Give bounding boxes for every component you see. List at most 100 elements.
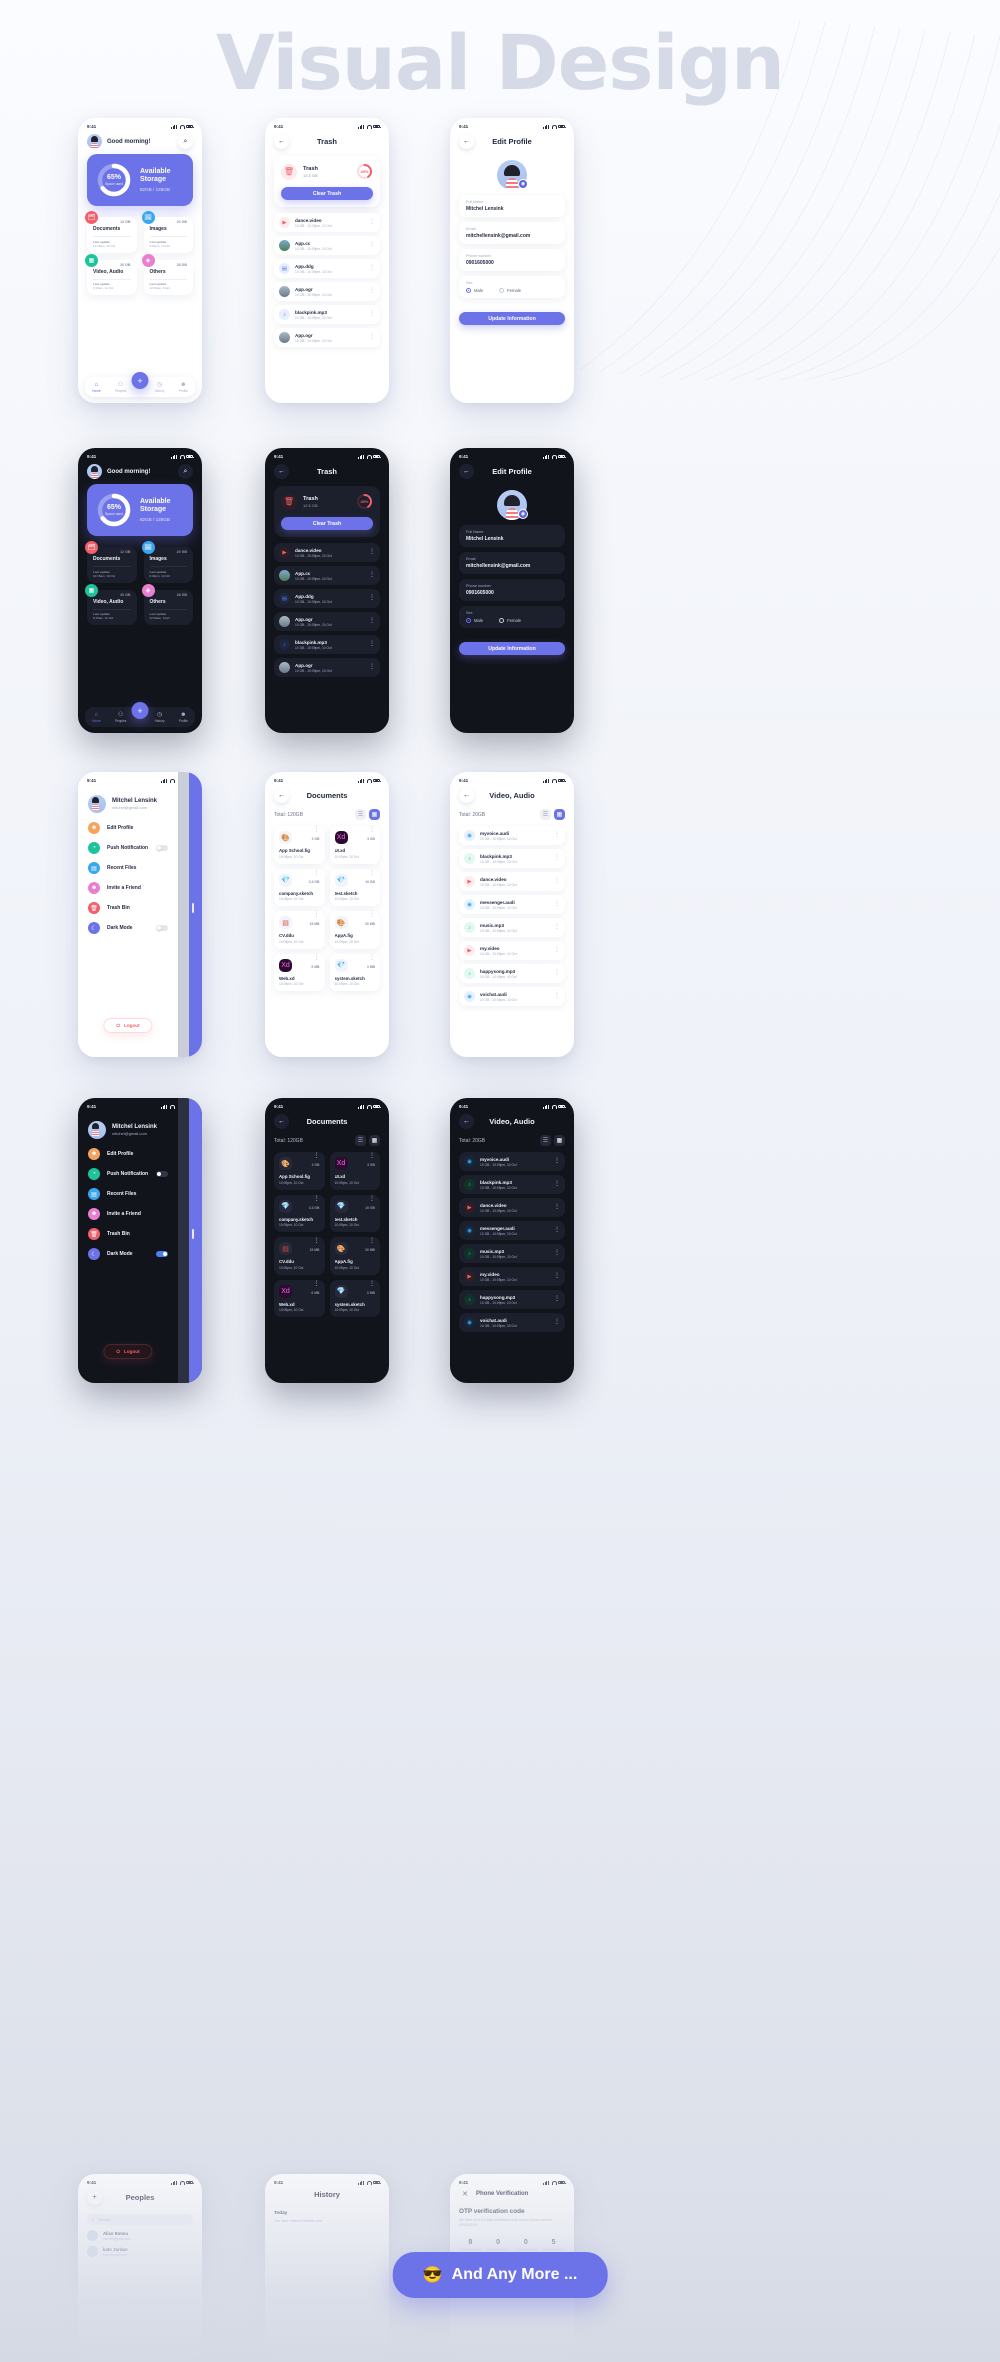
file-row[interactable]: App.ogr 10 GB - 10:09pm, 10 Oct ⋮ [274,658,380,677]
push-notification-toggle[interactable] [156,844,168,852]
drawer-item-recent-files[interactable]: ▤ Recent Files [88,1188,168,1200]
more-options-icon[interactable]: ⋮ [554,947,560,952]
nav-item-history[interactable]: ◷ History [155,382,165,393]
drawer-item-invite-friend[interactable]: ☻ Invite a Friend [88,1208,168,1220]
more-options-icon[interactable]: ⋮ [554,832,560,837]
file-row[interactable]: ♪ happysong.mp3 10 GB - 10:09pm, 10 Oct ⋮ [459,1290,565,1309]
field-full-name[interactable]: Full Name Mitchel Lensink [459,195,565,217]
logout-button[interactable]: ⏻ Logout [103,1344,153,1359]
more-options-icon[interactable]: ⋮ [554,1158,560,1163]
file-row[interactable]: ♪ music.mp3 10 GB - 10:09pm, 10 Oct ⋮ [459,1244,565,1263]
nav-item-history[interactable]: ◷ History [155,712,165,723]
more-options-icon[interactable]: ⋮ [554,1273,560,1278]
document-card[interactable]: ⋮ ▤ 15 MB CV.ddu 10:09pm, 10 Oct [274,1237,325,1275]
more-options-icon[interactable]: ⋮ [314,1281,320,1286]
document-card[interactable]: ⋮ Xd 3 GB UI.xd 10:09pm, 10 Oct [329,1152,380,1190]
nav-item-peoples[interactable]: ⚇ Peoples [115,712,127,723]
more-options-icon[interactable]: ⋮ [554,878,560,883]
file-row[interactable]: ◉ messenger.audi 10 GB - 10:09pm, 10 Oct ⋮ [459,1221,565,1240]
category-card[interactable]: 🖼 20 GB Images Last update 6:30pm, 13 Oct [141,541,193,583]
file-row[interactable]: ♪ blackpink.mp3 10 GB - 10:09pm, 10 Oct ⋮ [274,305,380,324]
grid-view-icon[interactable]: ▦ [554,1135,565,1146]
document-card[interactable]: ⋮ 💎 10 GB test.sketch 10:09pm, 10 Oct [329,1194,380,1232]
document-card[interactable]: ⋮ 🎨 20 MB AppA.fig 10:09pm, 10 Oct [329,1237,380,1275]
document-card[interactable]: ⋮ Xd 3 GB UI.xd 10:09pm, 10 Oct [329,826,380,864]
back-arrow-icon[interactable]: ← [274,134,289,149]
radio-male[interactable]: Male [466,618,483,623]
file-row[interactable]: ▤ App.ddg 10 GB - 10:09pm, 10 Oct ⋮ [274,259,380,278]
drawer-item-trash-bin[interactable]: 🗑 Trash Bin [88,1228,168,1240]
back-arrow-icon[interactable]: ← [459,134,474,149]
search-icon[interactable]: ⌕ [178,134,193,149]
clear-trash-button[interactable]: Clear Trash [281,187,373,200]
more-options-icon[interactable]: ⋮ [369,641,375,646]
update-information-button[interactable]: Update Information [459,642,565,655]
push-notification-toggle[interactable] [156,1170,168,1178]
file-row[interactable]: App.cc 10 GB - 10:09pm, 10 Oct ⋮ [274,236,380,255]
add-button[interactable]: + [131,702,149,719]
field-phone[interactable]: Phone number 0901605000 [459,579,565,601]
avatar[interactable] [87,134,102,149]
more-options-icon[interactable]: ⋮ [314,912,320,917]
field-full-name[interactable]: Full Name Mitchel Lensink [459,525,565,547]
add-button[interactable]: + [131,372,149,389]
more-options-icon[interactable]: ⋮ [369,572,375,577]
more-options-icon[interactable]: ⋮ [554,901,560,906]
more-options-icon[interactable]: ⋮ [314,870,320,875]
drawer-user[interactable]: Mitchel Lensink mitchel@gmail.com [78,785,178,813]
file-row[interactable]: ♪ blackpink.mp3 10 GB - 10:09pm, 10 Oct ⋮ [274,635,380,654]
more-options-icon[interactable]: ⋮ [369,664,375,669]
more-options-icon[interactable]: ⋮ [369,870,375,875]
drawer-handle[interactable] [189,772,202,1057]
more-options-icon[interactable]: ⋮ [554,1296,560,1301]
field-email[interactable]: Email mitchellensink@gmail.com [459,552,565,574]
file-row[interactable]: ▶ my.video 10 GB - 10:09pm, 10 Oct ⋮ [459,1267,565,1286]
file-row[interactable]: ▶ dance.video 10 GB - 10:09pm, 10 Oct ⋮ [274,213,380,232]
document-card[interactable]: ⋮ 💎 10 GB test.sketch 10:09pm, 10 Oct [329,868,380,906]
document-card[interactable]: ⋮ 💎 3 MB system.sketch 10:09pm, 10 Oct [329,1279,380,1317]
file-row[interactable]: App.ogr 10 GB - 10:09pm, 10 Oct ⋮ [274,612,380,631]
drawer-item-edit-profile[interactable]: ☻ Edit Profile [88,1148,168,1160]
file-row[interactable]: App.ogr 10 GB - 10:09pm, 10 Oct ⋮ [274,282,380,301]
logout-button[interactable]: ⏻ Logout [103,1018,153,1033]
search-icon[interactable]: ⌕ [178,464,193,479]
document-card[interactable]: ⋮ ▤ 15 MB CV.ddu 10:09pm, 10 Oct [274,911,325,949]
radio-female[interactable]: Female [499,618,521,623]
more-options-icon[interactable]: ⋮ [314,827,320,832]
more-options-icon[interactable]: ⋮ [314,955,320,960]
category-card[interactable]: ◈ 28 GB Others Last update 12:00am, 6 Apr [141,583,193,625]
more-options-icon[interactable]: ⋮ [314,1153,320,1158]
more-options-icon[interactable]: ⋮ [369,955,375,960]
nav-item-home[interactable]: ⌂ Home [92,382,101,393]
more-options-icon[interactable]: ⋮ [554,1227,560,1232]
file-row[interactable]: ▶ dance.video 10 GB - 10:09pm, 10 Oct ⋮ [274,543,380,562]
more-options-icon[interactable]: ⋮ [369,219,375,224]
file-row[interactable]: ◉ myvoice.audi 10 GB - 10:09pm, 10 Oct ⋮ [459,1152,565,1171]
update-information-button[interactable]: Update Information [459,312,565,325]
list-view-icon[interactable]: ☰ [540,1135,551,1146]
drawer-item-push-notification[interactable]: ◔ Push Notification [88,1168,168,1180]
document-card[interactable]: ⋮ 💎 3.3 GB company.sketch 10:09pm, 10 Oct [274,1194,325,1232]
back-arrow-icon[interactable]: ← [274,464,289,479]
more-options-icon[interactable]: ⋮ [314,1196,320,1201]
file-row[interactable]: ♪ music.mp3 10 GB - 10:09pm, 10 Oct ⋮ [459,918,565,937]
back-arrow-icon[interactable]: ← [274,1114,289,1129]
and-any-more-button[interactable]: 😎 And Any More ... [392,2252,608,2298]
back-arrow-icon[interactable]: ← [459,788,474,803]
drawer-item-push-notification[interactable]: ◔ Push Notification [88,842,168,854]
camera-icon[interactable]: ◉ [518,179,528,189]
more-options-icon[interactable]: ⋮ [369,618,375,623]
drawer-handle[interactable] [189,1098,202,1383]
more-options-icon[interactable]: ⋮ [554,1181,560,1186]
more-options-icon[interactable]: ⋮ [369,242,375,247]
file-row[interactable]: ♪ blackpink.mp3 10 GB - 10:09pm, 10 Oct ⋮ [459,849,565,868]
file-row[interactable]: ▤ App.ddg 10 GB - 10:09pm, 10 Oct ⋮ [274,589,380,608]
drawer-item-edit-profile[interactable]: ☻ Edit Profile [88,822,168,834]
radio-male[interactable]: Male [466,288,483,293]
more-options-icon[interactable]: ⋮ [369,1281,375,1286]
nav-item-profile[interactable]: ☻ Profile [179,712,188,723]
category-card[interactable]: ▦ 20 GB Video, Audio Last update 9:15am, … [85,253,137,295]
file-row[interactable]: ◉ voichat.audi 10 GB - 10:09pm, 10 Oct ⋮ [459,987,565,1006]
file-row[interactable]: ◉ messenger.audi 10 GB - 10:09pm, 10 Oct ⋮ [459,895,565,914]
more-options-icon[interactable]: ⋮ [369,334,375,339]
